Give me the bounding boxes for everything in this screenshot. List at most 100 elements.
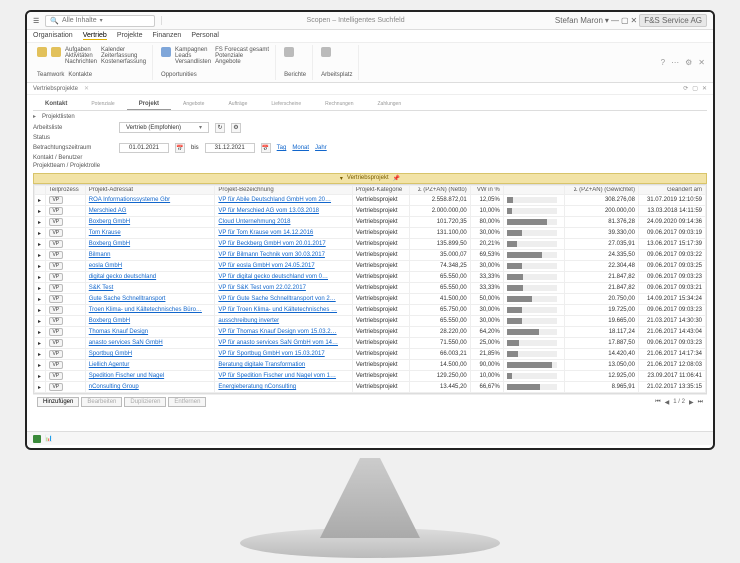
menu-finanzen[interactable]: Finanzen xyxy=(153,32,182,40)
col-netto[interactable]: Σ (PZ+AN) (Netto) xyxy=(410,186,470,195)
cell-adressat[interactable]: Gute Sache Schnelltransport xyxy=(85,294,215,305)
row-expand[interactable]: ▸ xyxy=(35,228,46,239)
row-expand[interactable]: ▸ xyxy=(35,294,46,305)
subtab-potenziale[interactable]: Potenziale xyxy=(79,99,126,110)
cell-adressat[interactable]: Liellich Agentur xyxy=(85,360,215,371)
ribbon-angebote[interactable]: Angebote xyxy=(215,59,269,65)
col-bar[interactable] xyxy=(503,186,565,195)
table-row[interactable]: ▸VPBoxberg GmbHCloud Unternehmung 2018Ve… xyxy=(35,217,706,228)
col-gewichtet[interactable]: Σ (PZ+AN) (Gewichtet) xyxy=(565,186,639,195)
chevron-down-icon[interactable]: ▾ xyxy=(605,16,609,25)
pager-next-icon[interactable]: ▶ xyxy=(689,399,694,406)
row-expand[interactable]: ▸ xyxy=(35,382,46,393)
berichte-icon[interactable] xyxy=(284,47,294,57)
table-row[interactable]: ▸VPThomas Knauf DesignVP für Thomas Knau… xyxy=(35,327,706,338)
row-expand[interactable]: ▸ xyxy=(35,283,46,294)
cell-bezeichnung[interactable]: VP für Spedition Fischer und Nagel vom 1… xyxy=(215,371,352,382)
search-scope-box[interactable]: 🔍 Alle Inhalte ▾ xyxy=(45,15,155,27)
cell-bezeichnung[interactable]: VP für Troen Klima- und Kältetechnisches… xyxy=(215,305,352,316)
app-menu-icon[interactable]: ☰ xyxy=(33,17,39,25)
cell-bezeichnung[interactable]: VP für Thomas Knauf Design vom 15.03.2… xyxy=(215,327,352,338)
close-panel-icon[interactable]: ✕ xyxy=(698,58,705,67)
arbeitsliste-dropdown[interactable]: Vertrieb (Empfohlen) ▾ xyxy=(119,122,209,133)
col-adressat[interactable]: Projekt-Adressat xyxy=(85,186,215,195)
company-badge[interactable]: F&S Service AG xyxy=(639,14,707,27)
cell-bezeichnung[interactable]: Cloud Unternehmung 2018 xyxy=(215,217,352,228)
row-expand[interactable]: ▸ xyxy=(35,261,46,272)
ribbon-opportunities-label[interactable]: Opportunities xyxy=(161,72,197,78)
menu-organisation[interactable]: Organisation xyxy=(33,32,73,40)
range-monat[interactable]: Monat xyxy=(292,145,309,151)
cell-adressat[interactable]: S&K Test xyxy=(85,283,215,294)
ribbon-berichte-label[interactable]: Berichte xyxy=(284,72,306,78)
date-from[interactable]: 01.01.2021 xyxy=(119,143,169,153)
cell-bezeichnung[interactable]: VP für Sportbug GmbH vom 15.03.2017 xyxy=(215,349,352,360)
more-icon[interactable]: ⋯ xyxy=(671,58,679,67)
col-teilprozess[interactable]: Teilprozess xyxy=(45,186,85,195)
cell-bezeichnung[interactable]: Energieberatung nConsulting xyxy=(215,382,352,393)
edit-button[interactable]: Bearbeiten xyxy=(81,397,122,407)
col-kategorie[interactable]: Projekt-Kategorie xyxy=(352,186,410,195)
pager-prev-icon[interactable]: ◀ xyxy=(665,399,670,406)
reload-filter-icon[interactable]: ↻ xyxy=(215,123,225,133)
cell-bezeichnung[interactable]: VP für Abile Deutschland GmbH vom 20… xyxy=(215,195,352,206)
cell-adressat[interactable]: Merschied AG xyxy=(85,206,215,217)
row-expand[interactable]: ▸ xyxy=(35,327,46,338)
col-vw[interactable]: VW in % xyxy=(470,186,503,195)
row-expand[interactable]: ▸ xyxy=(35,217,46,228)
breadcrumb-close-icon[interactable]: ✕ xyxy=(84,85,89,92)
teamwork-icon[interactable] xyxy=(37,47,47,57)
ribbon-versandlisten[interactable]: Versandlisten xyxy=(175,59,211,65)
cell-adressat[interactable]: anasto services SaN GmbH xyxy=(85,338,215,349)
table-row[interactable]: ▸VPLiellich AgenturBeratung digitale Tra… xyxy=(35,360,706,371)
row-expand[interactable]: ▸ xyxy=(35,195,46,206)
row-expand[interactable]: ▸ xyxy=(35,305,46,316)
close-view-icon[interactable]: ✕ xyxy=(702,85,707,92)
tab-kontakt[interactable]: Kontakt xyxy=(33,99,79,110)
col-bezeichnung[interactable]: Projekt-Bezeichnung xyxy=(215,186,352,195)
subtab-zahlungen[interactable]: Zahlungen xyxy=(365,99,413,110)
col-expand[interactable] xyxy=(35,186,46,195)
cell-bezeichnung[interactable]: VP für Tom Krause vom 14.12.2016 xyxy=(215,228,352,239)
gear-icon[interactable]: ⚙ xyxy=(231,123,241,133)
calendar-from-icon[interactable]: 📅 xyxy=(175,143,185,153)
table-row[interactable]: ▸VPTroen Klima- und Kältetechnisches Bür… xyxy=(35,305,706,316)
add-button[interactable]: Hinzufügen xyxy=(37,397,79,407)
table-row[interactable]: ▸VPnConsulting GroupEnergieberatung nCon… xyxy=(35,382,706,393)
cell-adressat[interactable]: Troen Klima- und Kältetechnisches Büro… xyxy=(85,305,215,316)
row-expand[interactable]: ▸ xyxy=(35,239,46,250)
table-row[interactable]: ▸VPBoxberg GmbHVP für Beckberg GmbH vom … xyxy=(35,239,706,250)
maximize-view-icon[interactable]: ▢ xyxy=(692,85,698,92)
cell-adressat[interactable]: Boxberg GmbH xyxy=(85,217,215,228)
subtab-rechnungen[interactable]: Rechnungen xyxy=(313,99,365,110)
pager-last-icon[interactable]: ⏭ xyxy=(698,399,703,406)
ribbon-kostenerfassung[interactable]: Kostenerfassung xyxy=(101,59,146,65)
subtab-angebote[interactable]: Angebote xyxy=(171,99,216,110)
table-row[interactable]: ▸VPeosla GmbHVP für eosla GmbH vom 24.05… xyxy=(35,261,706,272)
row-expand[interactable]: ▸ xyxy=(35,206,46,217)
grid-group-band[interactable]: ▾Vertriebsprojekt📌 xyxy=(33,173,707,184)
opportunities-icon[interactable] xyxy=(161,47,171,57)
subtab-auftraege[interactable]: Aufträge xyxy=(216,99,259,110)
cell-bezeichnung[interactable]: VP für Beckberg GmbH vom 20.01.2017 xyxy=(215,239,352,250)
date-to[interactable]: 31.12.2021 xyxy=(205,143,255,153)
row-expand[interactable]: ▸ xyxy=(35,371,46,382)
cell-adressat[interactable]: nConsulting Group xyxy=(85,382,215,393)
table-row[interactable]: ▸VPSportbug GmbHVP für Sportbug GmbH vom… xyxy=(35,349,706,360)
range-jahr[interactable]: Jahr xyxy=(315,145,327,151)
cell-bezeichnung[interactable]: VP für eosla GmbH vom 24.05.2017 xyxy=(215,261,352,272)
cell-adressat[interactable]: Thomas Knauf Design xyxy=(85,327,215,338)
ribbon-teamwork-label[interactable]: Teamwork xyxy=(37,72,64,78)
maximize-icon[interactable]: ▢ xyxy=(621,16,629,25)
row-expand[interactable]: ▸ xyxy=(35,250,46,261)
table-row[interactable]: ▸VPBoxberg GmbHausschreibung inverterVer… xyxy=(35,316,706,327)
ribbon-kontakte-label[interactable]: Kontakte xyxy=(68,72,92,78)
menu-personal[interactable]: Personal xyxy=(191,32,219,40)
search-scope[interactable]: Alle Inhalte xyxy=(62,17,97,24)
table-row[interactable]: ▸VPMerschied AGVP für Merschied AG vom 1… xyxy=(35,206,706,217)
cell-adressat[interactable]: Sportbug GmbH xyxy=(85,349,215,360)
pin-icon[interactable]: 📌 xyxy=(393,175,400,182)
tab-projekt[interactable]: Projekt xyxy=(127,99,171,110)
cell-bezeichnung[interactable]: VP für Bilmann Technik vom 30.03.2017 xyxy=(215,250,352,261)
row-expand[interactable]: ▸ xyxy=(35,360,46,371)
